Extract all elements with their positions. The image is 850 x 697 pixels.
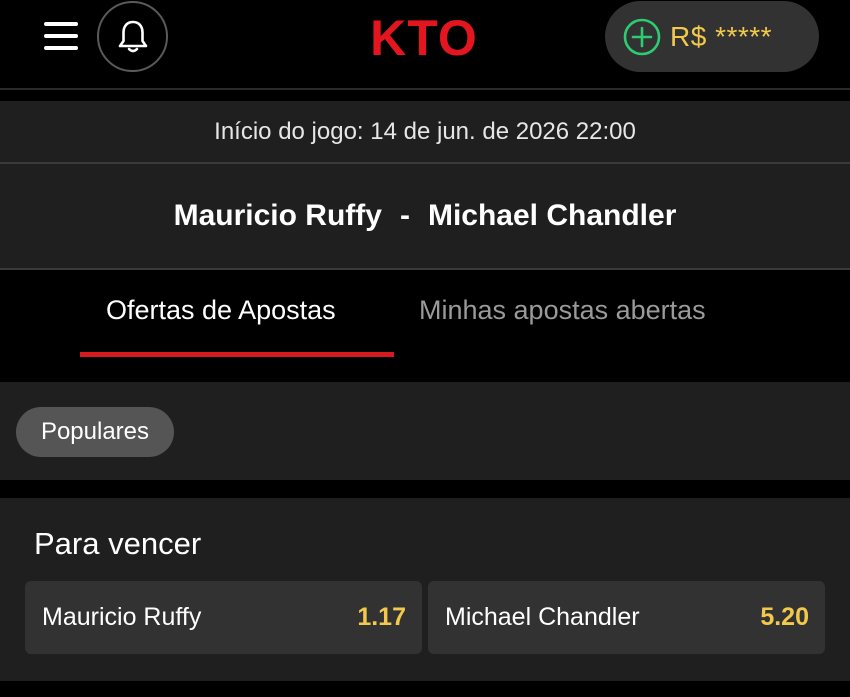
event-start-label: Início do jogo: 14 de jun. de 2026 22:00 xyxy=(214,117,636,145)
outcome-button-away[interactable]: Michael Chandler 5.20 xyxy=(428,581,825,654)
notifications-button[interactable] xyxy=(97,1,168,72)
balance-label: R$ ***** xyxy=(670,20,773,52)
outcome-name: Michael Chandler xyxy=(445,603,640,631)
active-tab-indicator xyxy=(80,352,394,357)
market-filter-bar: Populares xyxy=(0,382,850,480)
tab-ofertas-de-apostas[interactable]: Ofertas de Apostas xyxy=(106,295,336,335)
market-title: Para vencer xyxy=(34,526,202,561)
page: KTO R$ ***** Início do jogo: 14 de jun. … xyxy=(0,0,850,697)
balance-button[interactable]: R$ ***** xyxy=(605,1,819,72)
app-header: KTO R$ ***** xyxy=(0,0,850,88)
kto-logo[interactable]: KTO xyxy=(340,14,508,60)
matchup-separator: - xyxy=(399,199,410,232)
svg-text:KTO: KTO xyxy=(370,14,478,60)
outcome-button-home[interactable]: Mauricio Ruffy 1.17 xyxy=(25,581,422,654)
event-matchup: Mauricio Ruffy - Michael Chandler xyxy=(0,164,850,268)
home-competitor: Mauricio Ruffy xyxy=(173,199,382,232)
event-start-time: Início do jogo: 14 de jun. de 2026 22:00 xyxy=(0,101,850,162)
plus-circle-icon xyxy=(623,18,661,55)
outcome-name: Mauricio Ruffy xyxy=(42,603,202,631)
tab-minhas-apostas-abertas[interactable]: Minhas apostas abertas xyxy=(419,295,706,335)
header-divider xyxy=(0,88,850,90)
market-para-vencer: Para vencer Mauricio Ruffy 1.17 Michael … xyxy=(0,498,850,681)
outcome-odds: 5.20 xyxy=(760,603,809,631)
bell-icon xyxy=(118,20,147,52)
filter-chip-populares[interactable]: Populares xyxy=(16,407,174,457)
menu-icon[interactable] xyxy=(44,20,80,52)
tab-bar: Ofertas de Apostas Minhas apostas aberta… xyxy=(0,270,850,382)
away-competitor: Michael Chandler xyxy=(427,199,677,232)
outcome-odds: 1.17 xyxy=(357,603,406,631)
